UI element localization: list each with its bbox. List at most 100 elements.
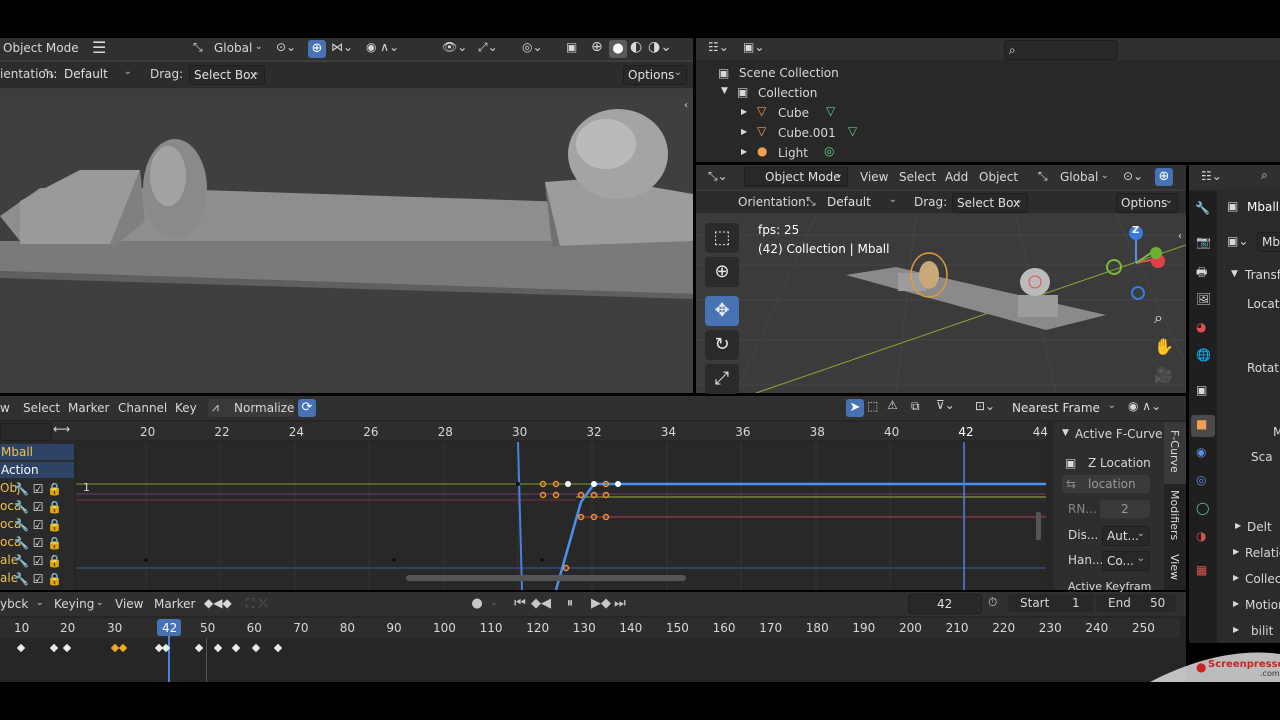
search-icon[interactable]: ⌕ (1261, 168, 1268, 183)
expand-arrow-icon[interactable]: ▶ (741, 147, 747, 156)
object-datablock-icon[interactable]: ▣⌄ (1227, 234, 1248, 248)
snap-icon[interactable]: ⊕ (308, 40, 326, 58)
delta-panel-title[interactable]: Delt (1247, 520, 1272, 534)
editor-type-icon[interactable]: ☷⌄ (1201, 169, 1222, 183)
timeline-tracks[interactable] (0, 638, 1180, 682)
menu-select[interactable]: Select (23, 401, 60, 415)
zoom-icon[interactable]: ⌕ (1154, 308, 1163, 328)
pause-icon[interactable]: ⏸ (561, 595, 579, 613)
editor-type-icon[interactable]: ⤡⌄ (708, 169, 728, 184)
mesh-data-icon[interactable]: ▽ (826, 104, 835, 118)
data-tab-icon[interactable]: ▦ (1196, 563, 1207, 577)
options-dropdown[interactable]: Options ⌄ (623, 65, 687, 85)
mode-selector[interactable]: Object Mode ⌄ (744, 167, 848, 187)
drag-dropdown[interactable]: Select Box ⌄ (189, 65, 265, 85)
snap-icon[interactable]: ⊕ (1155, 168, 1173, 186)
menu-add[interactable]: Add (945, 170, 968, 184)
options-dropdown[interactable]: Options ⌄ (1116, 193, 1178, 213)
display-mode-icon[interactable]: ▣⌄ (743, 40, 764, 54)
jump-prev-keyframe-icon[interactable]: ◆◀ (531, 595, 551, 613)
channel-object[interactable]: Mball (1, 445, 33, 459)
overlay-icon[interactable]: ◎⌄ (522, 40, 543, 54)
tool-tab-icon[interactable]: 🔧 (1195, 201, 1210, 215)
select-box-tool-icon[interactable]: ⬚ (705, 223, 739, 253)
outliner-item[interactable]: Scene Collection (739, 66, 839, 80)
normalize-toggle[interactable]: ⩘ Normalize (208, 399, 294, 417)
tab-fcurve[interactable]: F-Curve (1168, 430, 1181, 473)
fcurve-path-field[interactable]: ⇆ location (1062, 475, 1150, 493)
orientation-dropdown[interactable]: Default ⌄ (60, 65, 136, 83)
collections-panel-title[interactable]: Collect (1245, 572, 1280, 586)
left-viewport[interactable]: Object Mode ☰ ⤡ Global ⌄ ⊙⌄ ⊕ ⋈⌄ ◉ ∧⌄ 👁⌄… (0, 38, 693, 393)
channel-action[interactable]: Action (1, 463, 39, 477)
jump-next-keyframe-icon[interactable]: ▶◆ (591, 595, 611, 613)
mode-selector[interactable]: Object Mode (3, 41, 79, 55)
outliner-item[interactable]: Light (778, 146, 808, 160)
menu-marker[interactable]: Marker (68, 401, 109, 415)
outliner-item[interactable]: Cube (778, 106, 809, 120)
shading-render-icon[interactable]: ◑⌄ (648, 39, 672, 55)
pan-hand-icon[interactable]: ✋ (1154, 337, 1174, 356)
particles-tab-icon[interactable]: ◎ (1196, 473, 1206, 487)
world-tab-icon[interactable]: 🌐 (1196, 348, 1211, 362)
snap-target-icon[interactable]: ⋈⌄ (331, 40, 353, 54)
view-layer-tab-icon[interactable]: 🖼 (1196, 292, 1211, 306)
collections-panel-arrow-icon[interactable]: ▶ (1233, 573, 1239, 582)
render-tab-icon[interactable]: 📷 (1196, 235, 1211, 249)
keyframe-insert-icon[interactable]: ◆◀◆ (204, 596, 232, 610)
jump-start-icon[interactable]: ⏮ (511, 595, 529, 613)
snap-mode-dropdown[interactable]: Nearest Frame ⌄ (1008, 399, 1120, 417)
record-icon[interactable]: ● (468, 595, 486, 613)
cursor-tool-icon[interactable]: ⊕ (705, 257, 739, 287)
shading-solid-icon[interactable]: ● (609, 40, 627, 58)
handle-color-dropdown[interactable]: Co... ⌄ (1102, 551, 1150, 571)
pivot-point-icon[interactable]: ⊡⌄ (975, 399, 995, 413)
editor-type-icon[interactable]: ☷⌄ (708, 40, 729, 54)
rotate-tool-icon[interactable]: ↻ (705, 330, 739, 360)
active-fcurve-arrow-icon[interactable]: ▼ (1062, 428, 1069, 438)
hamburger-menu-icon[interactable]: ☰ (92, 38, 106, 57)
modifier-tab-icon[interactable]: ◉ (1196, 445, 1206, 459)
end-frame-field[interactable]: End 50 (1096, 594, 1176, 612)
drag-dropdown[interactable]: Select Box ⌄ (952, 193, 1028, 213)
only-selected-icon[interactable]: ⬚ (867, 399, 878, 413)
menu-select[interactable]: Select (899, 170, 936, 184)
tab-modifiers[interactable]: Modifiers (1168, 490, 1181, 540)
tab-view[interactable]: View (1168, 554, 1181, 580)
show-errors-icon[interactable]: ⚠ (887, 398, 898, 412)
transform-orientation-selector[interactable]: Global (214, 41, 252, 55)
keying-set-icon[interactable]: ⛶ ⤫ (246, 596, 268, 611)
playback-menu[interactable]: ybck (0, 597, 28, 611)
transform-panel-arrow-icon[interactable]: ▼ (1231, 269, 1238, 279)
expand-arrow-icon[interactable]: ▶ (741, 107, 747, 116)
menu-channel[interactable]: Channel (118, 401, 167, 415)
channel-modifier-icons[interactable]: 🔧 ☑ 🔒 🔧 ☑ 🔒 🔧 ☑ 🔒 🔧 ☑ 🔒 🔧 ☑ 🔒 🔧 ☑ 🔒 (14, 480, 66, 586)
visibility-panel-arrow-icon[interactable]: ▶ (1233, 625, 1239, 634)
outliner-item[interactable]: Cube.001 (778, 126, 836, 140)
menu-view[interactable]: View (115, 597, 143, 611)
visibility-panel-title[interactable]: bilit (1251, 624, 1273, 638)
select-cursor-icon[interactable]: ➤ (846, 399, 864, 417)
menu-marker[interactable]: Marker (154, 597, 195, 611)
right-viewport[interactable]: ⤡⌄ Object Mode ⌄ View Select Add Object … (696, 165, 1186, 393)
proportional-icon[interactable]: ◉ ∧⌄ (366, 40, 399, 54)
relations-panel-title[interactable]: Relatio (1245, 546, 1280, 560)
menu-view[interactable]: w (0, 401, 10, 415)
shading-wire-icon[interactable]: ⊕ (591, 39, 603, 55)
current-frame-field[interactable]: 42 (908, 594, 982, 614)
menu-object[interactable]: Object (979, 170, 1018, 184)
visibility-icon[interactable]: 👁⌄ (442, 40, 467, 54)
collapse-arrow-icon[interactable]: ‹ (684, 100, 688, 111)
output-tab-icon[interactable]: 🖶 (1196, 263, 1207, 284)
pivot-icon[interactable]: ⊙⌄ (276, 40, 296, 54)
object-tab-icon[interactable]: ■ (1196, 417, 1207, 431)
mesh-data-icon[interactable]: ▽ (848, 124, 857, 138)
camera-icon[interactable]: 🎥 (1154, 366, 1173, 384)
delta-panel-arrow-icon[interactable]: ▶ (1235, 521, 1241, 530)
channel-width-handle-icon[interactable]: ⟷ (53, 422, 70, 436)
gizmo-icon[interactable]: ⤢⌄ (478, 40, 498, 55)
start-frame-field[interactable]: Start 1 (1008, 594, 1094, 612)
transform-orientation-selector[interactable]: Global (1060, 170, 1098, 184)
channel-search-input[interactable] (0, 423, 52, 441)
menu-view[interactable]: View (860, 170, 888, 184)
